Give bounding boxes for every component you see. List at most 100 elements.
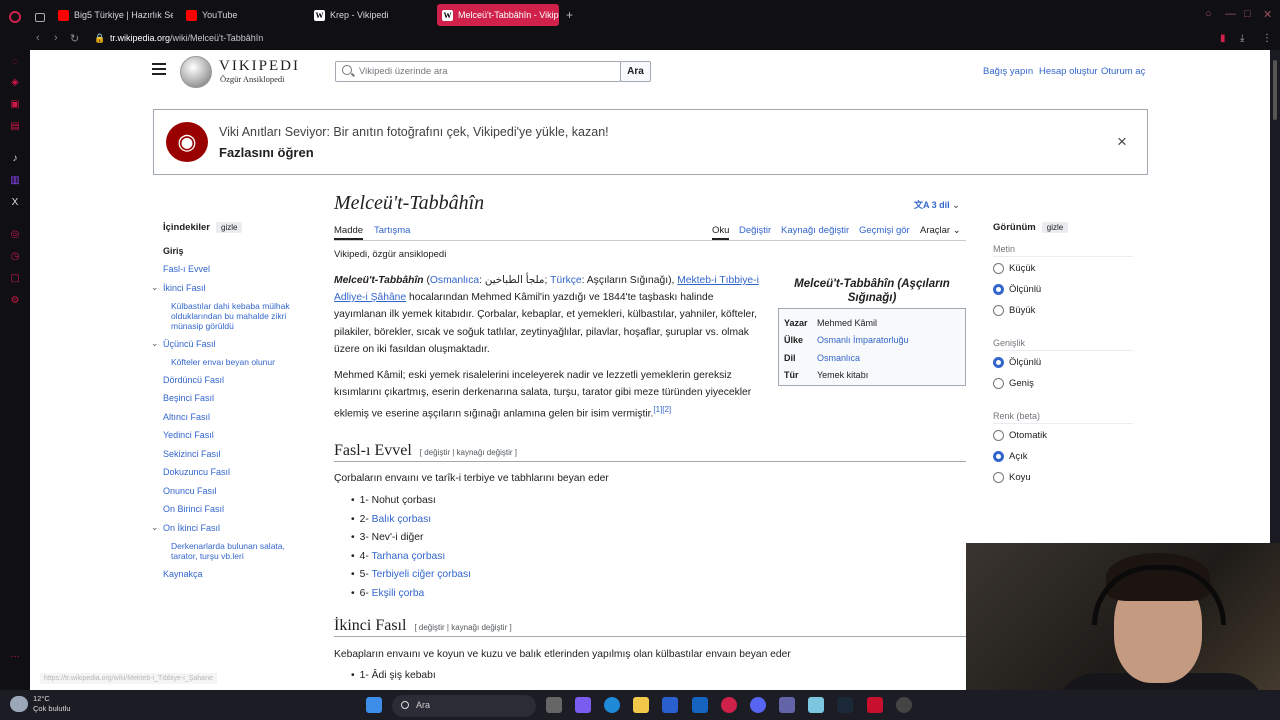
ottoman-language-link[interactable]: Osmanlıca [430, 275, 479, 286]
toc-item[interactable]: Beşinci Fasıl [163, 393, 313, 404]
close-window-icon[interactable]: ✕ [1263, 8, 1272, 21]
radio-button-icon[interactable] [993, 451, 1004, 462]
wikipedia-logo-icon[interactable] [180, 56, 212, 88]
twitch-icon[interactable]: ▥ [8, 174, 22, 188]
chevron-down-icon[interactable]: ⌄ [151, 282, 159, 293]
toc-item[interactable]: Kaynakça [163, 569, 313, 580]
store-icon[interactable] [662, 697, 678, 713]
chevron-down-icon[interactable]: ⌄ [151, 522, 159, 533]
appearance-radio[interactable]: Açık [993, 451, 1133, 472]
tab-edit[interactable]: Değiştir [739, 225, 771, 240]
language-button[interactable]: 文A 3 dil ⌄ [914, 198, 960, 211]
url-field[interactable]: tr.wikipedia.org/wiki/Melceü't-Tabbâhîn [110, 33, 263, 43]
game-icon[interactable] [867, 697, 883, 713]
workspaces-icon[interactable] [30, 8, 50, 26]
toc-hide-button[interactable]: gizle [216, 222, 243, 233]
scrollbar-thumb[interactable] [1273, 60, 1277, 120]
more-icon[interactable]: … [8, 648, 22, 662]
teams-icon[interactable] [779, 697, 795, 713]
toc-item[interactable]: ⌄ İkinci Fasıl [151, 282, 313, 294]
main-menu-icon[interactable] [152, 63, 166, 75]
obs-icon[interactable] [896, 697, 912, 713]
appearance-radio[interactable]: Küçük [993, 263, 1133, 284]
file-explorer-icon[interactable] [633, 697, 649, 713]
radio-button-icon[interactable] [993, 305, 1004, 316]
toc-item[interactable]: Derkenarlarda bulunan salata, tarator, t… [171, 541, 313, 561]
tab-melceu[interactable]: W Melceü't-Tabbâhîn - Vikip [437, 4, 559, 26]
tab-history[interactable]: Geçmişi gör [859, 225, 910, 240]
notice-learn-more-link[interactable]: Fazlasını öğren [219, 145, 314, 160]
toc-item[interactable]: Köfteler envaı beyan olunur [171, 357, 313, 367]
app-icon[interactable] [808, 697, 824, 713]
toc-item[interactable]: On Birinci Fasıl [163, 504, 313, 515]
toc-item[interactable]: Dördüncü Fasıl [163, 375, 313, 386]
toc-item[interactable]: Onuncu Fasıl [163, 486, 313, 497]
tiktok-icon[interactable]: ♪ [8, 152, 22, 166]
login-link[interactable]: Oturum aç [1101, 66, 1145, 77]
reference-links[interactable]: [1][2] [653, 405, 671, 414]
weather-icon[interactable] [10, 696, 28, 712]
site-name[interactable]: Vikipedi [219, 58, 300, 75]
section-edit-links[interactable]: [ değiştir | kaynağı değiştir ] [414, 623, 511, 632]
forward-icon[interactable]: › [54, 32, 58, 44]
appearance-hide-button[interactable]: gizle [1041, 222, 1069, 233]
toc-item[interactable]: Yedinci Fasıl [163, 430, 313, 441]
toc-item[interactable]: ⌄ Üçüncü Fasıl [151, 338, 313, 350]
windows-start-icon[interactable] [366, 697, 382, 713]
toc-item[interactable]: Fasl-ı Evvel [163, 264, 313, 275]
donate-link[interactable]: Bağış yapın [983, 66, 1033, 77]
vk-icon[interactable]: ▤ [8, 120, 22, 134]
copilot-icon[interactable] [575, 697, 591, 713]
tab-krep[interactable]: W Krep - Vikipedi [309, 6, 429, 24]
new-tab-button[interactable]: + [566, 8, 573, 22]
discord-icon[interactable] [750, 697, 766, 713]
steam-icon[interactable] [837, 697, 853, 713]
list-item-link[interactable]: Tarhana çorbası [371, 551, 445, 562]
settings-icon[interactable]: ⚙ [8, 294, 22, 308]
appearance-radio[interactable]: Otomatik [993, 430, 1133, 451]
tab-talk[interactable]: Tartışma [374, 225, 410, 240]
download-icon[interactable]: ⤓ [1240, 33, 1244, 44]
toc-item[interactable]: ⌄ On İkinci Fasıl [151, 522, 313, 534]
reload-icon[interactable]: ↻ [70, 32, 79, 45]
browser-logo-icon[interactable] [4, 8, 26, 26]
radio-button-icon[interactable] [993, 284, 1004, 295]
player-icon[interactable]: ◎ [8, 228, 22, 242]
opera-gx-icon[interactable] [721, 697, 737, 713]
task-view-icon[interactable] [546, 697, 562, 713]
menu-icon[interactable]: ⋮ [1262, 33, 1272, 44]
radio-button-icon[interactable] [993, 378, 1004, 389]
create-account-link[interactable]: Hesap oluştur [1039, 66, 1098, 77]
tab-tools[interactable]: Araçlar ⌄ [920, 225, 961, 240]
infobox-value[interactable]: Osmanlıca [817, 353, 965, 363]
x-icon[interactable]: X [8, 196, 22, 210]
toc-item[interactable]: Sekizinci Fasıl [163, 449, 313, 460]
history-icon[interactable]: ◷ [8, 250, 22, 264]
tab-big5[interactable]: Big5 Türkiye | Hazırlık Se [53, 6, 173, 24]
radio-button-icon[interactable] [993, 357, 1004, 368]
outlook-icon[interactable] [692, 697, 708, 713]
radio-button-icon[interactable] [993, 472, 1004, 483]
search-button[interactable]: Ara [620, 61, 651, 82]
pinboard-icon[interactable]: ▢ [8, 272, 22, 286]
search-tabs-icon[interactable]: ○ [1205, 8, 1212, 20]
speed-dial-icon[interactable]: ◈ [8, 76, 22, 90]
search-input[interactable]: Vikipedi üzerinde ara [335, 61, 621, 82]
chevron-down-icon[interactable]: ⌄ [151, 338, 159, 349]
turkish-language-link[interactable]: Türkçe [550, 275, 581, 286]
messenger-icon[interactable]: ▣ [8, 98, 22, 112]
toc-item[interactable]: Dokuzuncu Fasıl [163, 467, 313, 478]
toc-item[interactable]: Altıncı Fasıl [163, 412, 313, 423]
radio-button-icon[interactable] [993, 263, 1004, 274]
tab-edit-source[interactable]: Kaynağı değiştir [781, 225, 849, 240]
maximize-icon[interactable]: □ [1244, 8, 1251, 20]
infobox-value[interactable]: Osmanlı İmparatorluğu [817, 335, 965, 345]
section-edit-links[interactable]: [ değiştir | kaynağı değiştir ] [420, 448, 517, 457]
bookmark-icon[interactable]: ▮ [1220, 33, 1226, 44]
toc-item[interactable]: Külbastılar dahi kebaba mülhak oldukları… [171, 301, 313, 331]
weather-widget[interactable]: 12°C Çok bulutlu [33, 694, 71, 714]
appearance-radio[interactable]: Ölçünlü [993, 357, 1133, 378]
edge-icon[interactable] [604, 697, 620, 713]
appearance-radio[interactable]: Büyük [993, 305, 1133, 326]
list-item-link[interactable]: Balık çorbası [372, 514, 432, 525]
